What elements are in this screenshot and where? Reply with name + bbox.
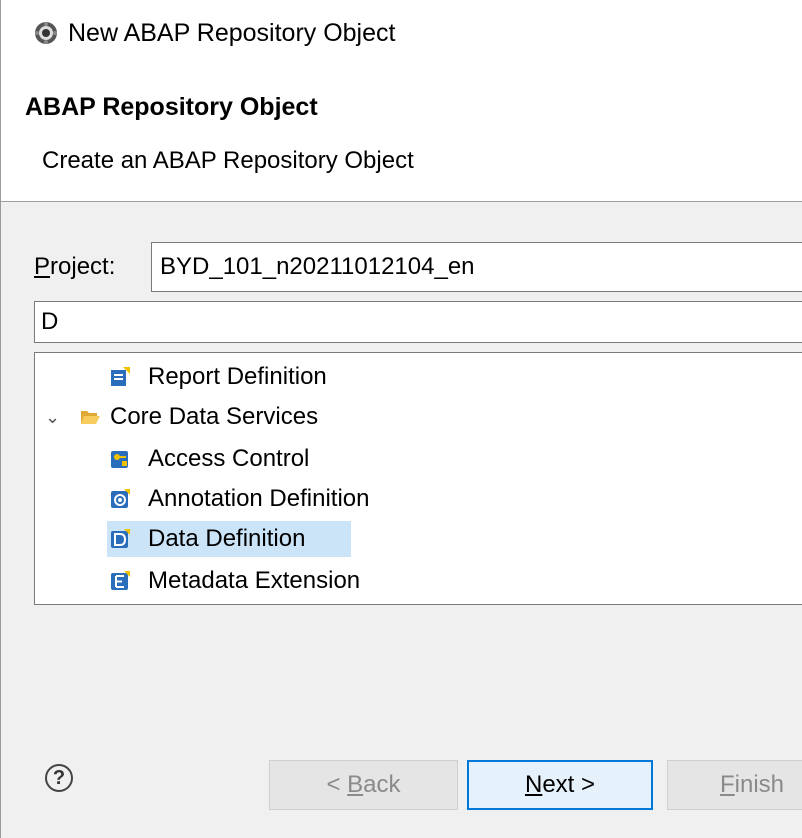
access-control-icon: [111, 451, 128, 468]
tree-item-label: Metadata Extension: [148, 567, 361, 594]
next-button[interactable]: Next >: [467, 760, 653, 810]
tree-item-core-data-services[interactable]: ⌄ Core Data Services: [45, 399, 405, 435]
next-button-label: ext >: [542, 771, 596, 798]
window-title: New ABAP Repository Object: [68, 19, 396, 47]
tree-item-access-control[interactable]: Access Control: [110, 441, 390, 477]
tree-item-annotation-definition[interactable]: Annotation Definition: [110, 481, 450, 517]
project-input[interactable]: BYD_101_n20211012104_en: [151, 242, 802, 292]
page-description: Create an ABAP Repository Object: [42, 147, 414, 174]
tree-item-label: Report Definition: [148, 363, 327, 390]
object-type-tree[interactable]: Report Definition ⌄ Core Data Services A…: [34, 352, 802, 605]
wizard-content: Project: BYD_101_n20211012104_en D Repor…: [1, 202, 802, 707]
folder-open-icon: [81, 411, 100, 424]
annotation-definition-icon: [111, 489, 130, 508]
next-button-mnemonic: N: [524, 771, 543, 798]
project-label-text: roject:: [50, 253, 116, 280]
title-bar[interactable]: New ABAP Repository Object: [1, 0, 802, 70]
project-label: Project:: [34, 252, 115, 282]
button-bar: ? < Back Next > Finish: [1, 707, 802, 838]
dialog-window: New ABAP Repository Object ABAP Reposito…: [0, 0, 802, 838]
back-button-label: ack: [363, 771, 401, 798]
report-definition-icon: [111, 367, 130, 386]
tree-item-label: Data Definition: [148, 525, 306, 552]
finish-button-mnemonic: F: [720, 771, 735, 798]
tree-item-metadata-extension[interactable]: Metadata Extension: [110, 563, 430, 599]
finish-button-label: inish: [734, 771, 785, 798]
tree-item-label: Core Data Services: [110, 403, 319, 430]
help-icon[interactable]: ?: [45, 764, 73, 792]
page-title: ABAP Repository Object: [25, 93, 318, 121]
tree-item-data-definition[interactable]: Data Definition: [107, 521, 351, 557]
chevron-down-icon[interactable]: ⌄: [45, 399, 60, 435]
back-button-mnemonic: B: [347, 771, 364, 798]
metadata-extension-icon: [111, 571, 130, 590]
wizard-header: ABAP Repository Object Create an ABAP Re…: [1, 70, 802, 201]
project-label-mnemonic: P: [34, 253, 51, 280]
back-button[interactable]: < Back: [269, 760, 458, 810]
tree-item-report-definition[interactable]: Report Definition: [110, 359, 390, 395]
tree-item-label: Access Control: [148, 445, 310, 472]
finish-button[interactable]: Finish: [667, 760, 802, 810]
back-button-prefix: <: [326, 771, 348, 798]
tree-item-label: Annotation Definition: [148, 485, 370, 512]
eclipse-gear-icon: [35, 22, 57, 44]
filter-input[interactable]: D: [34, 301, 802, 343]
data-definition-icon: [111, 529, 130, 548]
